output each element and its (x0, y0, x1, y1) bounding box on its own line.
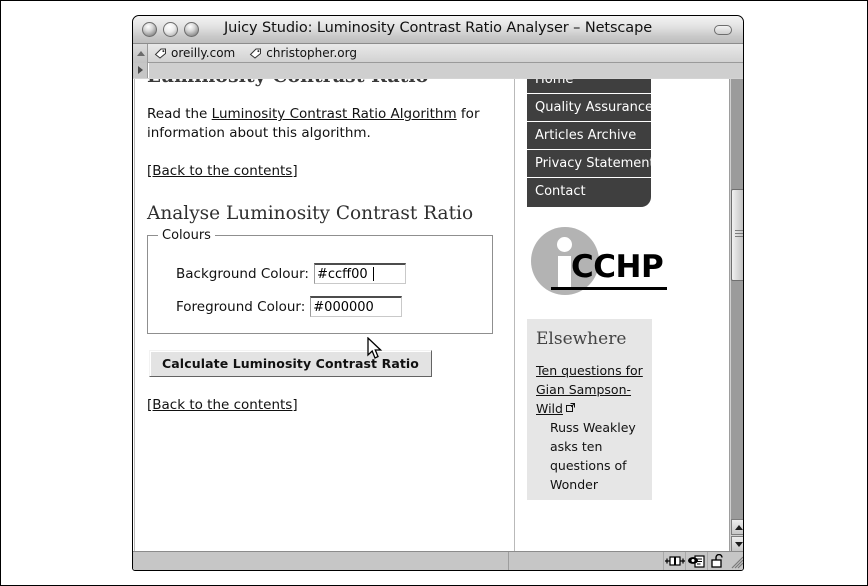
logo-wordmark: CCHP (571, 249, 664, 285)
resize-grip-icon[interactable] (729, 552, 743, 570)
logo-i-dot-shape (557, 237, 572, 252)
scroll-up-arrow-icon[interactable] (731, 519, 743, 535)
status-bar (133, 551, 743, 570)
scroll-down-arrow-icon[interactable] (731, 536, 743, 552)
background-colour-input-shell (313, 263, 406, 284)
text-caret (372, 266, 374, 281)
icchp-logo: CCHP (527, 225, 667, 301)
browser-viewport: Luminosity Contrast Ratio Read the Lumin… (133, 79, 743, 553)
colours-fieldset: Colours Background Colour: Foreground Co… (147, 228, 493, 334)
background-colour-input[interactable] (313, 263, 406, 284)
elsewhere-heading: Elsewhere (536, 329, 627, 349)
section-heading: Analyse Luminosity Contrast Ratio (147, 203, 474, 224)
network-connection-icon[interactable] (663, 552, 685, 570)
submit-row: Calculate Luminosity Contrast Ratio (147, 334, 511, 377)
window-titlebar[interactable]: Juicy Studio: Luminosity Contrast Ratio … (133, 16, 743, 44)
back-to-contents-bottom: [Back to the contents] (147, 397, 511, 413)
elsewhere-box: Elsewhere Ten questions for Gian Sampson… (527, 319, 652, 500)
background-colour-row: Background Colour: (176, 263, 482, 284)
scroll-thumb-grip-icon (735, 230, 743, 231)
page-sidebar: Home Quality Assurance Articles Archive … (527, 79, 667, 500)
bookmark-bar: oreilly.com christopher.org (133, 43, 743, 63)
bookmark-scroll-up-button[interactable] (133, 43, 148, 63)
sidebar-item-articles-archive[interactable]: Articles Archive (527, 121, 651, 149)
sidebar-item-home[interactable]: Home (527, 79, 651, 93)
logo-i-stem-shape (558, 256, 571, 289)
foreground-colour-input-shell (310, 296, 403, 317)
vertical-scrollbar[interactable] (729, 79, 743, 553)
intro-text-before: Read the (147, 106, 212, 122)
logo-underline-rule (551, 287, 667, 290)
toolbar-empty-area (148, 62, 743, 78)
external-link-icon (565, 399, 575, 417)
colours-legend: Colours (162, 228, 211, 243)
back-to-contents-link[interactable]: [Back to the contents] (147, 397, 298, 413)
vertical-scroll-thumb[interactable] (731, 189, 743, 281)
toolbar-strip (133, 62, 743, 78)
sidebar-item-quality-assurance[interactable]: Quality Assurance (527, 93, 653, 121)
mouse-cursor (367, 337, 383, 359)
status-spacer (509, 552, 663, 570)
status-message-area (133, 552, 509, 570)
calculate-luminosity-contrast-ratio-button[interactable]: Calculate Luminosity Contrast Ratio (149, 350, 432, 377)
elsewhere-description: Russ Weakley asks ten questions of Wonde… (550, 420, 636, 492)
collapse-button[interactable] (714, 25, 732, 35)
elsewhere-link[interactable]: Ten questions for Gian Sampson-Wild (536, 363, 643, 416)
padlock-unlocked-icon[interactable] (707, 552, 729, 570)
tag-icon (154, 48, 166, 59)
intro-paragraph: Read the Luminosity Contrast Ratio Algor… (147, 105, 511, 143)
window-title: Juicy Studio: Luminosity Contrast Ratio … (223, 20, 653, 36)
bookmark-christopher[interactable]: christopher.org (243, 46, 365, 60)
page-title: Luminosity Contrast Ratio (147, 79, 511, 87)
sidebar-item-privacy-statement[interactable]: Privacy Statement (527, 149, 655, 177)
content-sidebar-divider (514, 79, 515, 553)
back-to-contents-link[interactable]: [Back to the contents] (147, 163, 298, 179)
background-colour-label: Background Colour: (176, 265, 309, 282)
foreground-colour-row: Foreground Colour: (176, 296, 482, 317)
security-chat-icon[interactable] (685, 552, 707, 570)
bookmark-oreilly[interactable]: oreilly.com (148, 46, 243, 60)
algorithm-link[interactable]: Luminosity Contrast Ratio Algorithm (212, 106, 457, 122)
page-document: Luminosity Contrast Ratio Read the Lumin… (134, 79, 713, 553)
back-to-contents-top: [Back to the contents] (147, 163, 511, 179)
main-content-column: Luminosity Contrast Ratio Read the Lumin… (147, 79, 511, 413)
foreground-colour-label: Foreground Colour: (176, 298, 306, 315)
screenshot-canvas: Juicy Studio: Luminosity Contrast Ratio … (0, 0, 868, 586)
sidebar-navigation: Home Quality Assurance Articles Archive … (527, 79, 655, 207)
browser-window: Juicy Studio: Luminosity Contrast Ratio … (132, 15, 744, 571)
bookmark-label: christopher.org (266, 46, 357, 60)
vertical-scrollbar-track[interactable] (731, 79, 743, 519)
tag-icon (249, 48, 262, 59)
toolbar-expand-arrow-icon[interactable] (133, 62, 148, 78)
foreground-colour-input[interactable] (310, 296, 403, 317)
bookmark-label: oreilly.com (171, 46, 236, 60)
sidebar-item-contact[interactable]: Contact (527, 177, 651, 205)
